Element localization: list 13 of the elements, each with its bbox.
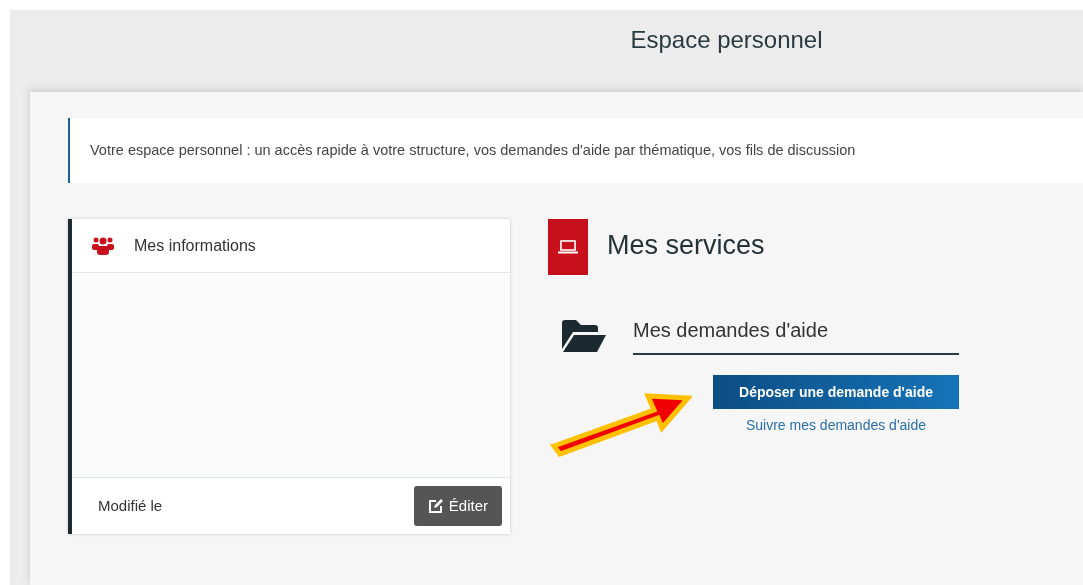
section-heading: Mes demandes d'aide: [633, 315, 959, 355]
page-title: Espace personnel: [630, 25, 823, 55]
edit-icon: [427, 498, 444, 514]
card-title: Mes informations: [134, 235, 256, 256]
follow-requests-link[interactable]: Suivre mes demandes d'aide: [745, 415, 927, 436]
laptop-icon: [558, 240, 578, 254]
submit-request-button[interactable]: Déposer une demande d'aide: [713, 375, 959, 409]
users-icon: [92, 235, 114, 256]
folder-icon: [560, 317, 607, 353]
modified-label: Modifié le: [98, 495, 163, 516]
services-title: Mes services: [607, 228, 765, 262]
edit-button[interactable]: Éditer: [413, 486, 502, 526]
intro-text: Votre espace personnel : un accès rapide à votre structure, vos demandes d'aide par thématique, vos fils de discussion: [90, 140, 856, 160]
